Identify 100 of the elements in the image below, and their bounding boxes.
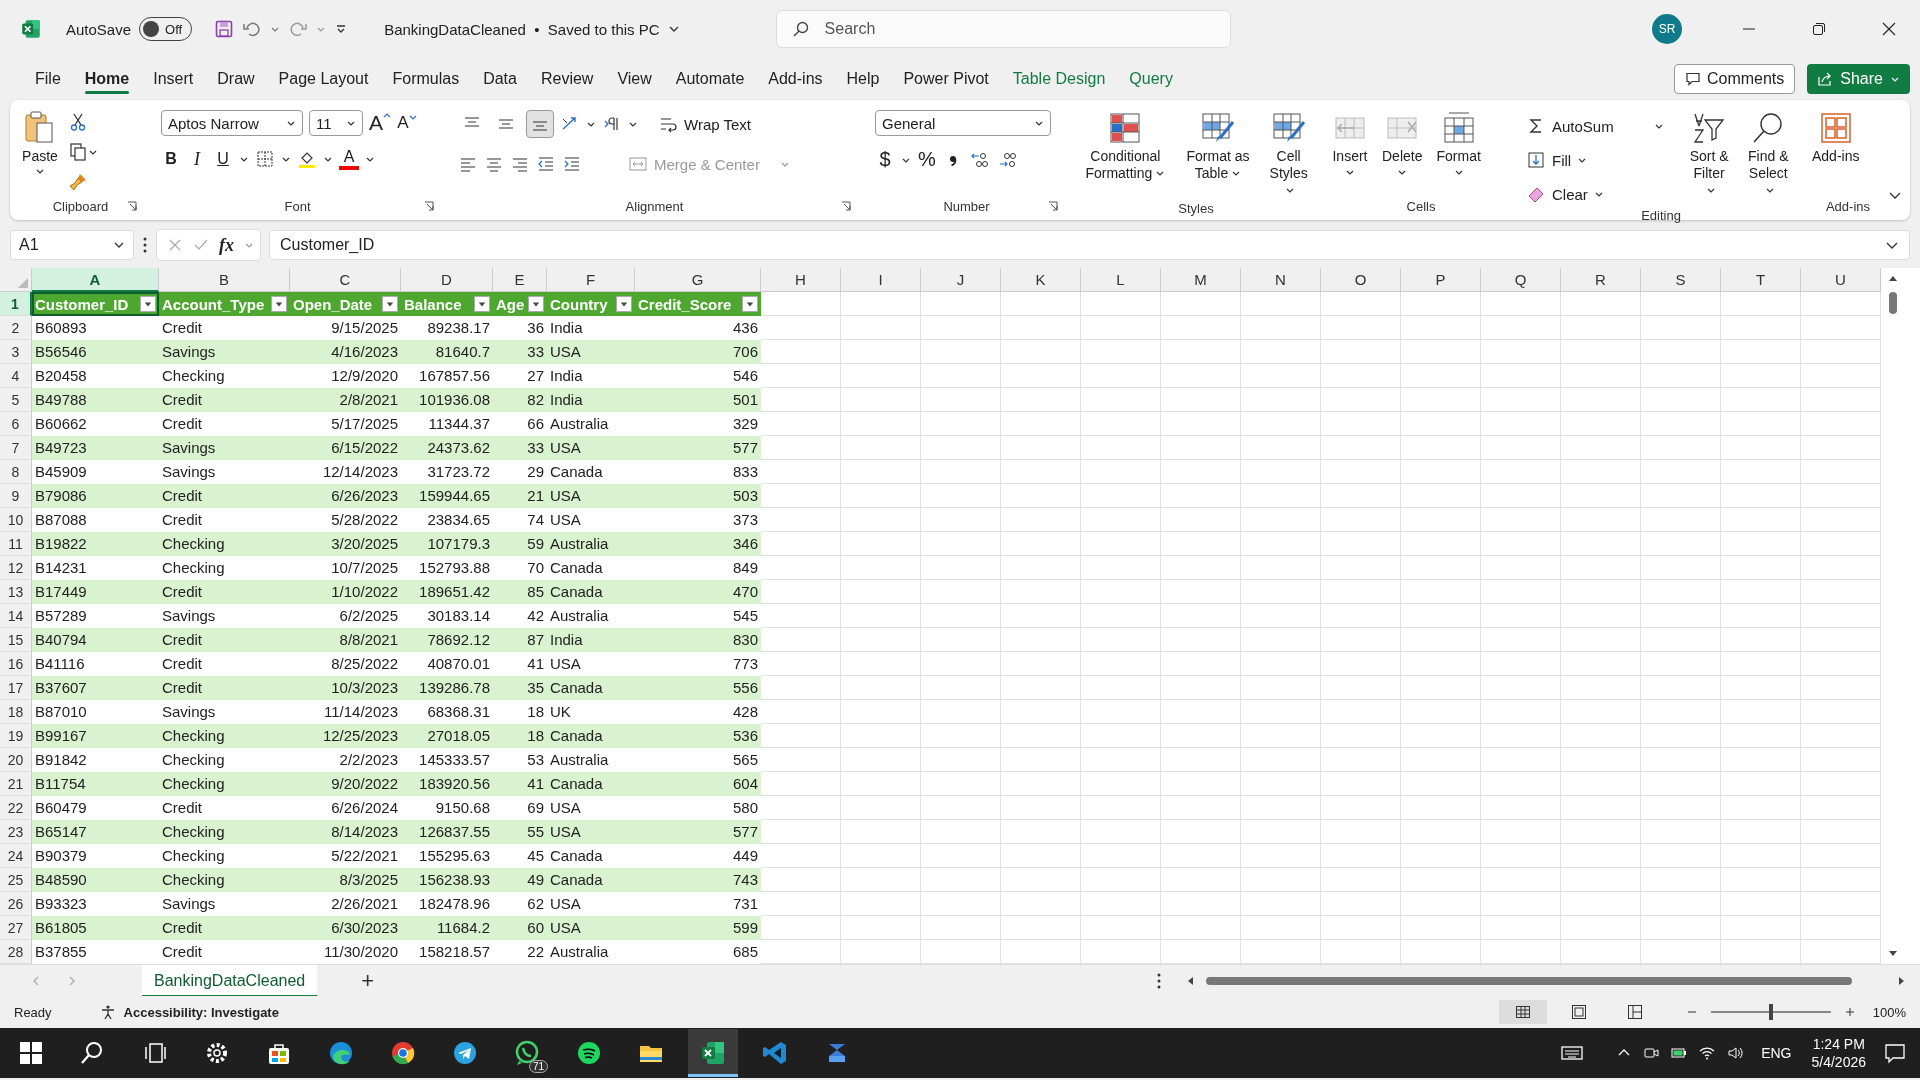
zoom-level[interactable]: 100% [1872, 1004, 1906, 1020]
row-header[interactable]: 20 [0, 748, 32, 772]
increase-indent-icon[interactable] [562, 154, 582, 174]
column-header[interactable]: S [1641, 268, 1721, 292]
wifi-icon[interactable] [1699, 1045, 1716, 1061]
name-box[interactable]: A1 [10, 230, 134, 260]
filter-button[interactable] [140, 296, 156, 312]
ribbon-tab[interactable]: Power Pivot [894, 64, 998, 94]
ribbon-tab[interactable]: Review [531, 64, 603, 94]
filter-button[interactable] [616, 296, 632, 312]
row-header[interactable]: 12 [0, 556, 32, 580]
ribbon-tab[interactable]: Help [837, 64, 889, 94]
add-sheet-button[interactable]: + [361, 969, 375, 992]
percent-button[interactable]: % [917, 148, 937, 171]
row-header[interactable]: 25 [0, 868, 32, 892]
ribbon-tab[interactable]: Formulas [383, 64, 469, 94]
document-title[interactable]: BankingDataCleaned • Saved to this PC [384, 20, 680, 38]
row-header[interactable]: 15 [0, 628, 32, 652]
notification-icon[interactable] [1884, 1042, 1906, 1064]
sheet-tab[interactable]: BankingDataCleaned [142, 964, 318, 997]
row-header[interactable]: 5 [0, 388, 32, 412]
row-header[interactable]: 26 [0, 892, 32, 916]
column-header[interactable]: E [493, 268, 547, 292]
sort-filter-button[interactable]: Sort & Filter [1683, 108, 1735, 201]
number-format-field[interactable]: General [875, 110, 1051, 136]
comments-button[interactable]: Comments [1673, 64, 1796, 94]
scroll-up-icon[interactable] [1888, 274, 1898, 284]
conditional-formatting-button[interactable]: Conditional Formatting [1076, 108, 1175, 184]
scroll-thumb[interactable] [1206, 976, 1852, 985]
format-cells-button[interactable]: Format [1432, 108, 1485, 179]
column-header[interactable]: D [401, 268, 493, 292]
column-header[interactable]: J [921, 268, 1001, 292]
taskbar-button[interactable] [688, 1029, 738, 1077]
ribbon-tab[interactable]: View [608, 64, 661, 94]
dialog-launcher-icon[interactable] [424, 201, 434, 211]
copy-icon[interactable] [68, 142, 88, 162]
borders-icon[interactable] [255, 149, 275, 169]
filter-button[interactable] [271, 296, 287, 312]
shrink-font-button[interactable]: A [397, 113, 417, 133]
column-header[interactable]: I [841, 268, 921, 292]
row-header[interactable]: 10 [0, 508, 32, 532]
decrease-indent-icon[interactable] [536, 154, 556, 174]
filter-button[interactable] [528, 296, 544, 312]
filter-button[interactable] [382, 296, 398, 312]
row-header[interactable]: 14 [0, 604, 32, 628]
row-header[interactable]: 13 [0, 580, 32, 604]
zoom-in-icon[interactable] [1844, 1007, 1855, 1017]
paintbrush-icon[interactable] [68, 172, 88, 192]
scissors-icon[interactable] [68, 112, 88, 132]
zoom-slider[interactable] [1768, 1004, 1773, 1020]
accessibility-button[interactable]: Accessibility: Investigate [123, 1004, 279, 1020]
autosum-button[interactable]: AutoSum [1526, 112, 1664, 140]
ribbon-tab[interactable]: Data [474, 64, 526, 94]
search-field[interactable]: Search [775, 10, 1231, 48]
filter-button[interactable] [474, 296, 490, 312]
column-header[interactable]: K [1001, 268, 1081, 292]
row-header[interactable]: 9 [0, 484, 32, 508]
column-header[interactable]: A [32, 268, 159, 292]
row-header[interactable]: 24 [0, 844, 32, 868]
paste-button[interactable]: Paste [18, 108, 62, 178]
ribbon-tab[interactable]: Add-ins [759, 64, 832, 94]
more-options-icon[interactable] [1156, 971, 1162, 990]
row-header[interactable]: 18 [0, 700, 32, 724]
clock[interactable]: 1:24 PM 5/4/2026 [1811, 1036, 1866, 1070]
underline-button[interactable]: U [213, 150, 233, 168]
ribbon-tab[interactable]: Query [1120, 64, 1182, 94]
grow-font-button[interactable]: A [369, 111, 391, 135]
insert-cells-button[interactable]: Insert [1328, 108, 1372, 179]
share-button[interactable]: Share [1807, 64, 1910, 94]
font-size-field[interactable]: 11 [309, 110, 363, 136]
column-header[interactable]: B [159, 268, 290, 292]
row-header[interactable]: 2 [0, 316, 32, 340]
column-header[interactable]: M [1161, 268, 1241, 292]
ribbon-tab[interactable]: Home [75, 64, 139, 94]
battery-icon[interactable] [1671, 1045, 1688, 1061]
font-color-button[interactable]: A [339, 148, 359, 170]
currency-button[interactable]: $ [875, 148, 895, 171]
column-header[interactable]: N [1241, 268, 1321, 292]
row-header[interactable]: 11 [0, 532, 32, 556]
row-header[interactable]: 6 [0, 412, 32, 436]
font-name-field[interactable]: Aptos Narrow [161, 110, 303, 136]
column-header[interactable]: O [1321, 268, 1401, 292]
ribbon-tab[interactable]: Insert [144, 64, 203, 94]
user-avatar[interactable]: SR [1652, 14, 1682, 44]
scroll-right-icon[interactable] [1896, 975, 1906, 986]
column-header[interactable]: L [1081, 268, 1161, 292]
ribbon-tab[interactable]: Page Layout [269, 64, 378, 94]
row-header[interactable]: 17 [0, 676, 32, 700]
scroll-left-icon[interactable] [1186, 975, 1196, 986]
row-header[interactable]: 23 [0, 820, 32, 844]
input-language[interactable]: ENG [1761, 1045, 1792, 1061]
row-header[interactable]: 27 [0, 916, 32, 940]
row-header[interactable]: 16 [0, 652, 32, 676]
accessibility-icon[interactable] [99, 1004, 116, 1020]
ribbon-tab[interactable]: Draw [208, 64, 264, 94]
more-options-icon[interactable] [142, 236, 148, 254]
formula-field[interactable]: Customer_ID [269, 230, 1910, 260]
row-header[interactable]: 8 [0, 460, 32, 484]
find-select-button[interactable]: Find & Select [1740, 108, 1796, 201]
add-ins-button[interactable]: Add-ins [1808, 108, 1864, 167]
